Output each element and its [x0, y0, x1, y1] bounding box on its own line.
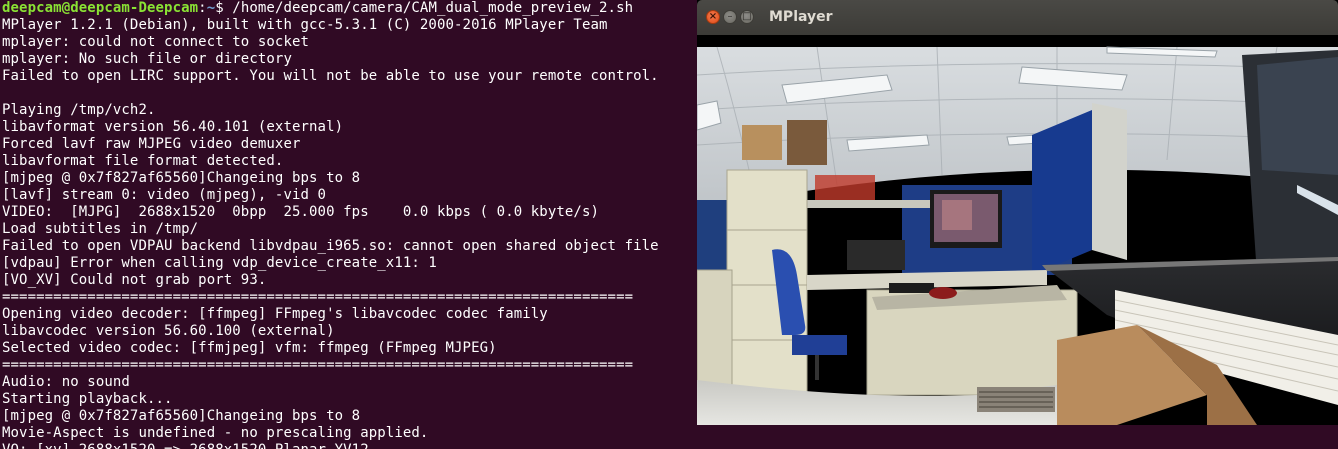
terminal-line: Opening video decoder: [ffmpeg] FFmpeg's… [2, 306, 548, 322]
terminal-line: Load subtitles in /tmp/ [2, 221, 199, 237]
video-frame[interactable] [697, 35, 1338, 425]
terminal-line: Failed to open LIRC support. You will no… [2, 68, 659, 84]
terminal-window[interactable]: deepcam@deepcam-Deepcam:~$ /home/deepcam… [0, 0, 700, 449]
mouse [929, 287, 957, 299]
terminal-line: libavcodec version 56.60.100 (external) [2, 323, 335, 339]
minimize-glyph: – [727, 11, 733, 22]
close-glyph: × [708, 11, 718, 22]
prompt-separator: : [198, 0, 207, 16]
laptop [847, 240, 905, 270]
prompt-user-host: deepcam@deepcam-Deepcam [2, 0, 199, 16]
prompt-path: ~ [206, 0, 216, 16]
terminal-line: VO: [xv] 2688x1520 => 2688x1520 Planar Y… [2, 442, 369, 449]
prompt-command: /home/deepcam/camera/CAM_dual_mode_previ… [232, 0, 634, 16]
minimize-icon[interactable]: – [723, 10, 737, 24]
terminal-line: libavformat version 56.40.101 (external) [2, 119, 344, 135]
terminal-line: Starting playback... [2, 391, 173, 407]
terminal-prompt-line: deepcam@deepcam-Deepcam:~$ /home/deepcam… [2, 0, 633, 17]
terminal-line: Failed to open VDPAU backend libvdpau_i9… [2, 238, 659, 254]
window-titlebar[interactable]: × – □ MPlayer [697, 0, 1338, 35]
camera-frame-image [697, 35, 1338, 425]
terminal-line: Audio: no sound [2, 374, 130, 390]
close-icon[interactable]: × [706, 10, 720, 24]
maximize-glyph: □ [742, 11, 752, 22]
shelf [807, 200, 932, 208]
terminal-line: libavformat file format detected. [2, 153, 284, 169]
terminal-line: VIDEO: [MJPG] 2688x1520 0bpp 25.000 fps … [2, 204, 600, 220]
box [742, 125, 782, 160]
window-title: MPlayer [769, 9, 833, 25]
terminal-line: MPlayer 1.2.1 (Debian), built with gcc-5… [2, 17, 608, 33]
terminal-line: [vdpau] Error when calling vdp_device_cr… [2, 255, 437, 271]
mplayer-window[interactable]: × – □ MPlayer [697, 0, 1338, 425]
terminal-line: ========================================… [2, 357, 634, 373]
floor-vent [977, 387, 1055, 412]
terminal-line: [mjpeg @ 0x7f827af65560]Changeing bps to… [2, 408, 361, 424]
maximize-icon[interactable]: □ [740, 10, 754, 24]
partition-right [1032, 110, 1092, 275]
terminal-line: [VO_XV] Could not grab port 93. [2, 272, 267, 288]
keyboard [889, 283, 934, 293]
terminal-line: Playing /tmp/vch2. [2, 102, 156, 118]
terminal-line: mplayer: could not connect to socket [2, 34, 310, 50]
terminal-line: mplayer: No such file or directory [2, 51, 292, 67]
prompt-symbol: $ [215, 0, 233, 16]
terminal-line: [mjpeg @ 0x7f827af65560]Changeing bps to… [2, 170, 361, 186]
terminal-line: ========================================… [2, 289, 634, 305]
terminal-line: [lavf] stream 0: video (mjpeg), -vid 0 [2, 187, 327, 203]
terminal-line: Forced lavf raw MJPEG video demuxer [2, 136, 301, 152]
terminal-line: Movie-Aspect is undefined - no prescalin… [2, 425, 429, 441]
terminal-line: Selected video codec: [ffmjpeg] vfm: ffm… [2, 340, 497, 356]
